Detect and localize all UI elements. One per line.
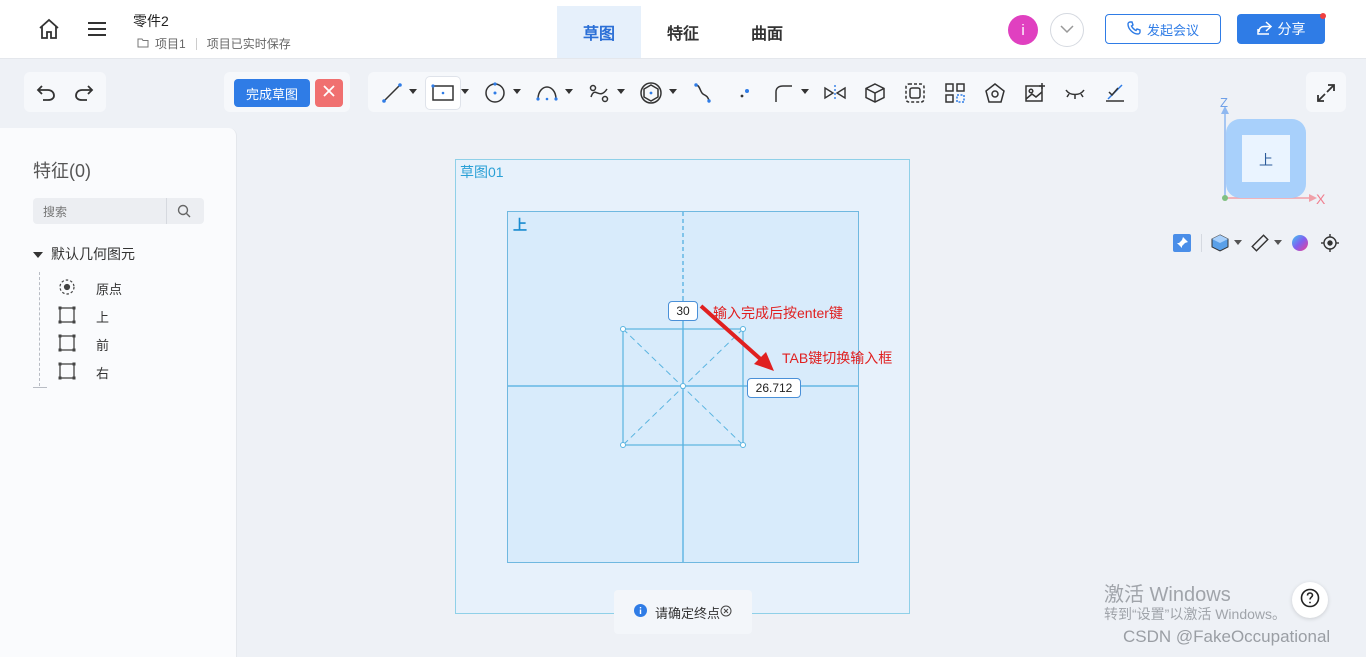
center-point[interactable] xyxy=(680,383,686,389)
status-message: 请确定终点 xyxy=(614,590,752,634)
corner-point[interactable] xyxy=(740,326,746,332)
corner-point[interactable] xyxy=(740,442,746,448)
display-mode-icon[interactable] xyxy=(1210,233,1230,253)
annotation-enter: 输入完成后按enter键 xyxy=(713,305,843,321)
activation-watermark-title: 激活 Windows xyxy=(1104,584,1231,606)
view-cube-face-label[interactable]: 上 xyxy=(1259,150,1273,170)
help-button[interactable] xyxy=(1292,582,1328,618)
target-icon[interactable] xyxy=(1320,233,1340,253)
close-circle-icon[interactable] xyxy=(720,605,732,620)
z-axis-label: Z xyxy=(1220,95,1228,110)
corner-point[interactable] xyxy=(620,326,626,332)
view-cube[interactable] xyxy=(1215,92,1335,207)
corner-point[interactable] xyxy=(620,442,626,448)
sketch-geometry[interactable] xyxy=(0,0,1366,657)
color-icon[interactable] xyxy=(1290,233,1310,253)
annotation-tab: TAB键切换输入框 xyxy=(782,350,893,366)
x-axis-label: X xyxy=(1316,191,1326,207)
divider xyxy=(1201,234,1202,252)
info-icon xyxy=(633,604,647,620)
pin-icon[interactable] xyxy=(1172,233,1192,253)
activation-watermark-hint: 转到“设置”以激活 Windows。 xyxy=(1104,606,1287,622)
help-icon xyxy=(1300,588,1320,613)
measure-icon[interactable] xyxy=(1250,233,1270,253)
width-dimension-input[interactable]: 26.712 xyxy=(747,378,801,398)
display-mode-dropdown-icon[interactable] xyxy=(1234,240,1242,245)
csdn-watermark: CSDN @FakeOccupational xyxy=(1123,627,1331,646)
height-dimension-input[interactable]: 30 xyxy=(668,301,698,321)
measure-dropdown-icon[interactable] xyxy=(1274,240,1282,245)
status-text: 请确定终点 xyxy=(654,605,720,621)
